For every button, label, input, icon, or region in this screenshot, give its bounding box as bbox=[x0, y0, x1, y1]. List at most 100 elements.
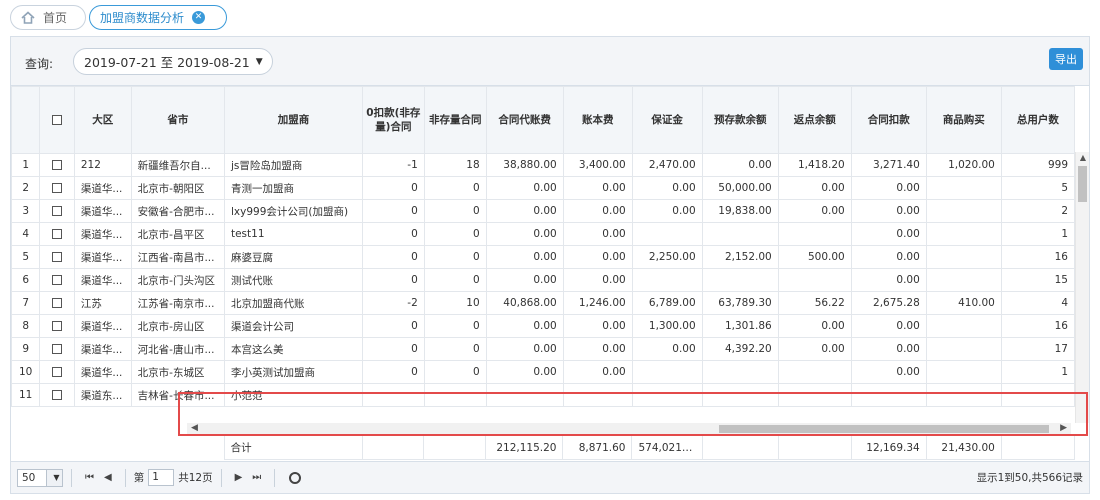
main-panel: 查询: 2019-07-21 至 2019-08-21 ▼ 导出 大区 省市 加盟商… bbox=[10, 36, 1090, 494]
first-page-icon[interactable]: ⏮ bbox=[85, 472, 94, 483]
horizontal-scrollbar[interactable]: ◀ ▶ bbox=[187, 423, 1071, 435]
scroll-right-icon[interactable]: ▶ bbox=[1060, 423, 1067, 433]
scroll-left-icon[interactable]: ◀ bbox=[191, 423, 198, 433]
row-checkbox-cell[interactable] bbox=[39, 337, 75, 361]
checkbox[interactable] bbox=[52, 115, 63, 125]
table-row[interactable]: 7 江苏 江苏省-南京市... 北京加盟商代账 -2 10 40,868.00 1,246.0… bbox=[11, 291, 1076, 315]
table-cell bbox=[562, 383, 633, 407]
export-button[interactable]: 导出 bbox=[1049, 48, 1083, 70]
row-checkbox[interactable] bbox=[52, 321, 63, 331]
table-cell bbox=[701, 222, 779, 246]
table-row[interactable]: 3 渠道华... 安徽省-合肥市... lxy999会计公司(加盟商) 0 0 0.00 0.… bbox=[11, 199, 1076, 223]
table-cell bbox=[925, 199, 1002, 223]
table-cell: 北京市-朝阳区 bbox=[130, 176, 225, 200]
table-cell: 2,675.28 bbox=[850, 291, 927, 315]
table-cell bbox=[925, 245, 1002, 269]
row-checkbox[interactable] bbox=[52, 298, 63, 308]
next-page-icon[interactable]: ▶ bbox=[235, 472, 243, 483]
table-cell bbox=[631, 222, 703, 246]
table-cell bbox=[925, 360, 1002, 384]
last-page-icon[interactable]: ⏭ bbox=[252, 472, 261, 483]
refresh-icon[interactable] bbox=[289, 471, 302, 484]
page-number-input[interactable]: 1 bbox=[148, 469, 175, 486]
scroll-up-icon[interactable]: ▲ bbox=[1076, 152, 1090, 164]
table-row[interactable]: 2 渠道华... 北京市-朝阳区 青测一加盟商 0 0 0.00 0.00 0.00 50,000… bbox=[11, 176, 1076, 200]
row-checkbox[interactable] bbox=[52, 344, 63, 354]
row-checkbox[interactable] bbox=[52, 367, 63, 377]
row-checkbox-cell[interactable] bbox=[39, 360, 75, 384]
table-cell: 0.00 bbox=[485, 222, 564, 246]
table-cell: 0 bbox=[423, 268, 487, 292]
table-cell: 50,000.00 bbox=[701, 176, 779, 200]
table-cell: -2 bbox=[361, 291, 425, 315]
table-row[interactable]: 6 渠道华... 北京市-门头沟区 测试代账 0 0 0.00 0.00 0.00 15 bbox=[11, 268, 1076, 292]
row-checkbox[interactable] bbox=[52, 229, 63, 239]
table-cell: 0.00 bbox=[562, 245, 633, 269]
column-header: 加盟商 bbox=[223, 86, 363, 154]
row-checkbox-cell[interactable] bbox=[39, 314, 75, 338]
row-checkbox[interactable] bbox=[52, 252, 63, 262]
row-checkbox[interactable] bbox=[52, 390, 63, 400]
scroll-thumb[interactable] bbox=[1078, 166, 1087, 202]
row-checkbox[interactable] bbox=[52, 183, 63, 193]
table-cell: 0.00 bbox=[485, 268, 564, 292]
prev-page-icon[interactable]: ◀ bbox=[104, 472, 112, 483]
row-checkbox-cell[interactable] bbox=[39, 245, 75, 269]
vertical-scrollbar[interactable]: ▲ ▼ bbox=[1075, 152, 1089, 461]
table-cell: 渠道华... bbox=[73, 245, 132, 269]
select-all-checkbox[interactable] bbox=[39, 86, 75, 154]
hscroll-thumb[interactable] bbox=[719, 425, 1049, 433]
table-row[interactable]: 4 渠道华... 北京市-昌平区 test11 0 0 0.00 0.00 0.00 1 bbox=[11, 222, 1076, 246]
totals-area: ◀ ▶ 合计 212,115.20 8,871.60 574,021.00 12,169… bbox=[11, 423, 1089, 461]
table-row[interactable]: 5 渠道华... 江西省-南昌市... 麻婆豆腐 0 0 0.00 0.00 2,250.00 2… bbox=[11, 245, 1076, 269]
row-checkbox-cell[interactable] bbox=[39, 153, 75, 177]
table-cell: 6,789.00 bbox=[631, 291, 703, 315]
row-checkbox[interactable] bbox=[52, 160, 63, 170]
table-cell bbox=[423, 383, 487, 407]
table-cell: 0.00 bbox=[562, 222, 633, 246]
table-row[interactable]: 8 渠道华... 北京市-房山区 渠道会计公司 0 0 0.00 0.00 1,300.00 1,… bbox=[11, 314, 1076, 338]
totals-cell bbox=[777, 435, 852, 460]
row-checkbox-cell[interactable] bbox=[39, 383, 75, 407]
table-cell: 0 bbox=[361, 176, 425, 200]
tab-franchise-analysis[interactable]: 加盟商数据分析 ✕ bbox=[89, 5, 227, 30]
table-cell: 0.00 bbox=[777, 314, 852, 338]
table-cell bbox=[777, 222, 852, 246]
tab-home[interactable]: 首页 bbox=[10, 5, 86, 30]
page-size-select[interactable]: 50 ▼ bbox=[17, 468, 63, 487]
totals-cell bbox=[361, 435, 425, 460]
row-checkbox[interactable] bbox=[52, 275, 63, 285]
table-cell: 1,418.20 bbox=[777, 153, 852, 177]
table-row[interactable]: 10 渠道华... 北京市-东城区 李小英测试加盟商 0 0 0.00 0.00 0.00 1 bbox=[11, 360, 1076, 384]
column-header: 账本费 bbox=[562, 86, 633, 154]
table-cell: 0.00 bbox=[850, 245, 927, 269]
table-cell: 0.00 bbox=[850, 314, 927, 338]
row-checkbox-cell[interactable] bbox=[39, 222, 75, 246]
column-header: 合同扣款 bbox=[850, 86, 927, 154]
table-cell: 0.00 bbox=[485, 176, 564, 200]
table-cell: 0 bbox=[361, 360, 425, 384]
table-cell: 渠道华... bbox=[73, 360, 132, 384]
row-checkbox-cell[interactable] bbox=[39, 176, 75, 200]
table-cell: 北京市-门头沟区 bbox=[130, 268, 225, 292]
table-cell: 0 bbox=[423, 176, 487, 200]
row-index: 7 bbox=[11, 291, 41, 315]
table-cell bbox=[925, 222, 1002, 246]
table-cell: 2 bbox=[1000, 199, 1076, 223]
table-cell: 0.00 bbox=[562, 360, 633, 384]
table-cell: 4,392.20 bbox=[701, 337, 779, 361]
close-icon[interactable]: ✕ bbox=[192, 11, 206, 24]
table-cell: 1 bbox=[1000, 360, 1076, 384]
totals-cell: 12,169.34 bbox=[850, 435, 927, 460]
table-cell: 0.00 bbox=[777, 176, 852, 200]
row-checkbox-cell[interactable] bbox=[39, 268, 75, 292]
tab-bar: 首页 加盟商数据分析 ✕ bbox=[0, 0, 1100, 36]
row-checkbox-cell[interactable] bbox=[39, 291, 75, 315]
row-checkbox-cell[interactable] bbox=[39, 199, 75, 223]
table-row[interactable]: 11 渠道东... 吉林省-长春市... 小范范 bbox=[11, 383, 1076, 407]
date-range-select[interactable]: 2019-07-21 至 2019-08-21 ▼ bbox=[73, 48, 273, 75]
row-checkbox[interactable] bbox=[52, 206, 63, 216]
table-cell: -1 bbox=[361, 153, 425, 177]
table-row[interactable]: 9 渠道华... 河北省-唐山市... 本宫这么美 0 0 0.00 0.00 0.00 4,39… bbox=[11, 337, 1076, 361]
table-row[interactable]: 1 212 新疆维吾尔自... js冒险岛加盟商 -1 18 38,880.00 3,400.… bbox=[11, 153, 1076, 177]
